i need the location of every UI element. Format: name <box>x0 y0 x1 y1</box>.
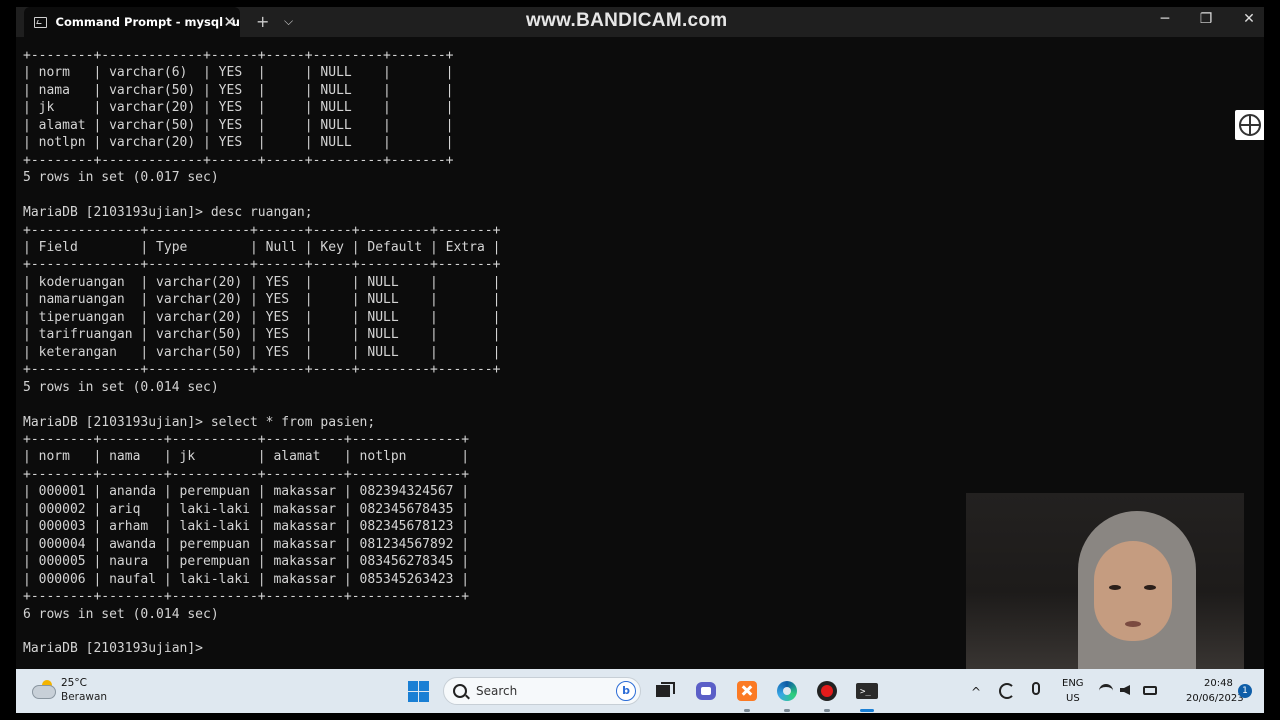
terminal-line: +--------+--------+-----------+---------… <box>23 589 470 605</box>
bandicam-watermark: www.BANDICAM.com <box>526 10 728 31</box>
record-dot <box>821 685 833 697</box>
language-secondary[interactable]: US <box>1066 693 1080 704</box>
terminal-line: MariaDB [2103193ujian]> <box>23 641 204 657</box>
terminal-prompt-glyph: >_ <box>860 687 871 697</box>
terminal-line: MariaDB [2103193ujian]> desc ruangan; <box>23 205 313 221</box>
screen: Command Prompt - mysql -u ✕ + ⌵ www.BAND… <box>16 7 1264 713</box>
weather-temperature[interactable]: 25°C <box>61 677 87 689</box>
title-bar: Command Prompt - mysql -u ✕ + ⌵ www.BAND… <box>16 7 1264 37</box>
xampp-running-indicator <box>744 709 750 712</box>
terminal-line: | nama | varchar(50) | YES | | NULL | | <box>23 82 454 98</box>
webcam-eye-right <box>1144 585 1156 590</box>
terminal-line: | namaruangan | varchar(20) | YES | | NU… <box>23 292 501 308</box>
clock-date[interactable]: 20/06/2023 <box>1186 693 1244 704</box>
camera-shape <box>701 687 711 695</box>
terminal-line: | jk | varchar(20) | YES | | NULL | | <box>23 100 454 116</box>
task-view-icon[interactable] <box>654 680 676 702</box>
terminal-line: | 000006 | naufal | laki-laki | makassar… <box>23 571 470 587</box>
language-primary[interactable]: ENG <box>1062 678 1084 689</box>
terminal-line: | tarifruangan | varchar(50) | YES | | N… <box>23 327 501 343</box>
terminal-line: 5 rows in set (0.014 sec) <box>23 379 219 395</box>
terminal-line: +--------------+-------------+------+---… <box>23 222 501 238</box>
start-icon-tile <box>408 681 418 691</box>
terminal-output[interactable]: +--------+-------------+------+-----+---… <box>23 47 500 658</box>
terminal-line: | norm | varchar(6) | YES | | NULL | | <box>23 65 454 81</box>
terminal-line: +--------------+-------------+------+---… <box>23 257 501 273</box>
bing-icon[interactable]: b <box>616 681 636 701</box>
webcam-eye-left <box>1109 585 1121 590</box>
task-view-shape-back <box>661 682 675 694</box>
webcam-mouth <box>1125 621 1141 627</box>
weather-condition[interactable]: Berawan <box>61 691 107 703</box>
tab-title: Command Prompt - mysql -u <box>55 15 240 29</box>
terminal-line: +--------+--------+-----------+---------… <box>23 431 470 447</box>
clock-time[interactable]: 20:48 <box>1204 678 1233 689</box>
terminal-line: +--------+-------------+------+-----+---… <box>23 152 454 168</box>
terminal-line: 5 rows in set (0.017 sec) <box>23 170 219 186</box>
command-prompt-icon <box>34 16 47 28</box>
globe-icon <box>1239 114 1261 136</box>
sync-icon[interactable] <box>999 683 1015 699</box>
close-button[interactable]: ✕ <box>1239 11 1259 27</box>
bandicam-running-indicator <box>824 709 830 712</box>
edge-icon[interactable] <box>776 680 798 702</box>
terminal-line: | 000002 | ariq | laki-laki | makassar |… <box>23 501 470 517</box>
terminal-line: | 000003 | arham | laki-laki | makassar … <box>23 519 470 535</box>
start-icon-tile <box>419 692 429 702</box>
bandicam-record-icon[interactable] <box>816 680 838 702</box>
taskbar: 25°C Berawan Search b >_ ^ ENG US 20:48 … <box>16 669 1264 713</box>
battery-icon[interactable] <box>1143 686 1157 695</box>
tab-close-icon[interactable]: ✕ <box>223 13 236 31</box>
minimize-button[interactable]: ─ <box>1155 11 1175 27</box>
terminal-line: | 000004 | awanda | perempuan | makassar… <box>23 536 470 552</box>
microphone-icon[interactable] <box>1032 682 1040 695</box>
terminal-active-indicator <box>860 709 874 712</box>
terminal-line: | alamat | varchar(50) | YES | | NULL | … <box>23 117 454 133</box>
terminal-line: | 000005 | naura | perempuan | makassar … <box>23 554 470 570</box>
xampp-icon[interactable] <box>736 680 758 702</box>
start-icon-tile <box>419 681 429 691</box>
taskbar-search[interactable]: Search b <box>443 677 641 705</box>
start-icon-tile <box>408 692 418 702</box>
volume-icon[interactable] <box>1120 685 1130 695</box>
terminal-line: | 000001 | ananda | perempuan | makassar… <box>23 484 470 500</box>
notification-badge[interactable]: 1 <box>1238 684 1252 698</box>
start-button[interactable] <box>408 681 429 702</box>
terminal-line: +--------+-------------+------+-----+---… <box>23 48 454 63</box>
terminal-line: | keterangan | varchar(50) | YES | | NUL… <box>23 344 501 360</box>
search-icon <box>453 684 467 698</box>
teams-chat-icon[interactable] <box>695 680 717 702</box>
terminal-line: | norm | nama | jk | alamat | notlpn | <box>23 449 470 465</box>
terminal-app-icon[interactable]: >_ <box>856 680 878 702</box>
side-app-icon[interactable] <box>1235 110 1264 140</box>
cloud-shape <box>32 685 56 699</box>
terminal-line: | koderuangan | varchar(20) | YES | | NU… <box>23 274 501 290</box>
wifi-icon[interactable] <box>1099 684 1113 698</box>
new-tab-button[interactable]: + <box>256 12 269 31</box>
terminal-line: | Field | Type | Null | Key | Default | … <box>23 239 501 255</box>
tray-chevron-icon[interactable]: ^ <box>971 685 981 699</box>
terminal-line: 6 rows in set (0.014 sec) <box>23 606 219 622</box>
terminal-line: | notlpn | varchar(20) | YES | | NULL | … <box>23 135 454 151</box>
search-placeholder: Search <box>476 684 518 698</box>
weather-icon[interactable] <box>32 680 56 699</box>
terminal-line: +--------+--------+-----------+---------… <box>23 466 470 482</box>
terminal-line: MariaDB [2103193ujian]> select * from pa… <box>23 414 376 430</box>
terminal-line: +--------------+-------------+------+---… <box>23 362 501 378</box>
maximize-button[interactable]: ❐ <box>1196 11 1216 27</box>
edge-center <box>783 687 791 695</box>
webcam-overlay <box>966 493 1244 673</box>
edge-running-indicator <box>784 709 790 712</box>
terminal-tab[interactable]: Command Prompt - mysql -u ✕ <box>24 7 240 37</box>
tab-dropdown-icon[interactable]: ⌵ <box>284 14 293 29</box>
terminal-line: | tiperuangan | varchar(20) | YES | | NU… <box>23 309 501 325</box>
